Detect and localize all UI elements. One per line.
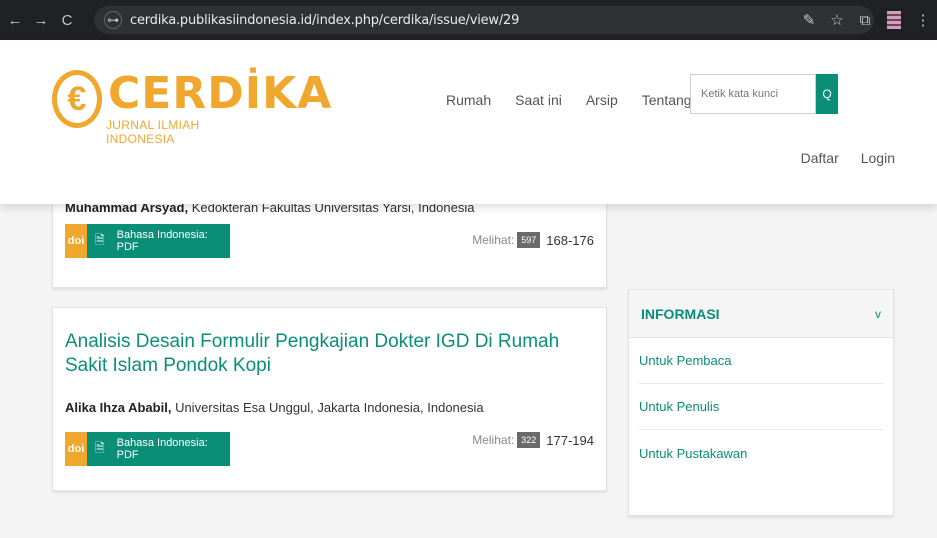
browser-toolbar: ← → C ⊶ cerdika.publikasiindonesia.id/in… — [0, 0, 937, 40]
menu-item-saat-ini[interactable]: Saat ini — [515, 92, 562, 109]
extensions-icon[interactable]: ⧉ — [851, 12, 879, 29]
url-text[interactable]: cerdika.publikasiindonesia.id/index.php/… — [130, 13, 519, 28]
views-label: Melihat: — [472, 433, 515, 447]
site-info-icon[interactable]: ⊶ — [104, 11, 122, 29]
page-range: 177-194 — [546, 432, 594, 448]
menu-item-rumah[interactable]: Rumah — [446, 92, 491, 109]
search-icon: Q — [822, 87, 832, 101]
extension-icon[interactable] — [887, 11, 901, 29]
menu-item-arsip[interactable]: Arsip — [586, 92, 618, 109]
search-form: Q — [690, 74, 838, 114]
translate-icon[interactable]: ✎ — [795, 11, 823, 29]
galley-label: Bahasa Indonesia: PDF — [116, 437, 208, 461]
main-menu: Rumah Saat ini Arsip Tentang ▾ — [446, 92, 727, 109]
site-header: € CERDİKA JURNAL ILMIAH INDONESIA Rumah … — [0, 40, 937, 204]
file-pdf-icon: 🗎 — [95, 232, 105, 247]
author-name: Alika Ihza Ababil, — [65, 400, 172, 415]
bookmark-star-icon[interactable]: ☆ — [823, 11, 851, 29]
logo-name: CERDİKA — [108, 68, 333, 119]
article-stats: Melihat: 597 168-176 — [472, 232, 594, 248]
chevron-down-icon[interactable]: v — [875, 307, 881, 321]
galley-links: doi 🗎 Bahasa Indonesia: PDF — [65, 224, 230, 258]
views-label: Melihat: — [472, 233, 515, 247]
doi-badge[interactable]: doi — [65, 432, 87, 466]
site-logo[interactable]: € CERDİKA JURNAL ILMIAH INDONESIA — [52, 66, 331, 146]
logo-subtitle: JURNAL ILMIAH INDONESIA — [106, 118, 200, 146]
article-title[interactable]: Analisis Desain Formulir Pengkajian Dokt… — [65, 330, 595, 378]
register-link[interactable]: Daftar — [801, 150, 839, 166]
logo-emblem: € — [52, 70, 102, 128]
address-bar[interactable]: ⊶ cerdika.publikasiindonesia.id/index.ph… — [94, 6, 874, 34]
article-stats: Melihat: 322 177-194 — [472, 432, 594, 448]
reload-icon[interactable]: C — [56, 12, 78, 29]
views-count: 597 — [517, 232, 541, 248]
page-range: 168-176 — [546, 232, 594, 248]
search-input[interactable] — [690, 74, 816, 114]
back-icon[interactable]: ← — [4, 12, 26, 29]
sidebar-informasi: INFORMASI v Untuk Pembaca Untuk Penulis … — [628, 289, 894, 516]
browser-menu-icon[interactable]: ⋮ — [909, 11, 937, 29]
sidebar-header[interactable]: INFORMASI v — [629, 290, 893, 338]
views-count: 322 — [517, 432, 541, 448]
file-pdf-icon: 🗎 — [95, 440, 105, 455]
sidebar-link-penulis[interactable]: Untuk Penulis — [639, 384, 883, 430]
pdf-galley-button[interactable]: 🗎 Bahasa Indonesia: PDF — [87, 224, 230, 258]
auth-links: Daftar Login — [779, 150, 895, 166]
search-button[interactable]: Q — [816, 74, 838, 114]
sidebar-link-pustakawan[interactable]: Untuk Pustakawan — [639, 430, 883, 476]
article-card: Analisis Desain Formulir Pengkajian Dokt… — [52, 307, 607, 491]
galley-links: doi 🗎 Bahasa Indonesia: PDF — [65, 432, 230, 466]
author-affiliation: Universitas Esa Unggul, Jakarta Indonesi… — [175, 400, 484, 415]
galley-label: Bahasa Indonesia: PDF — [116, 229, 208, 253]
sidebar-link-pembaca[interactable]: Untuk Pembaca — [639, 338, 883, 384]
sidebar-title: INFORMASI — [641, 305, 720, 322]
forward-icon[interactable]: → — [30, 12, 52, 29]
article-authors: Alika Ihza Ababil, Universitas Esa Unggu… — [65, 400, 484, 415]
pdf-galley-button[interactable]: 🗎 Bahasa Indonesia: PDF — [87, 432, 230, 466]
login-link[interactable]: Login — [861, 150, 895, 166]
doi-badge[interactable]: doi — [65, 224, 87, 258]
